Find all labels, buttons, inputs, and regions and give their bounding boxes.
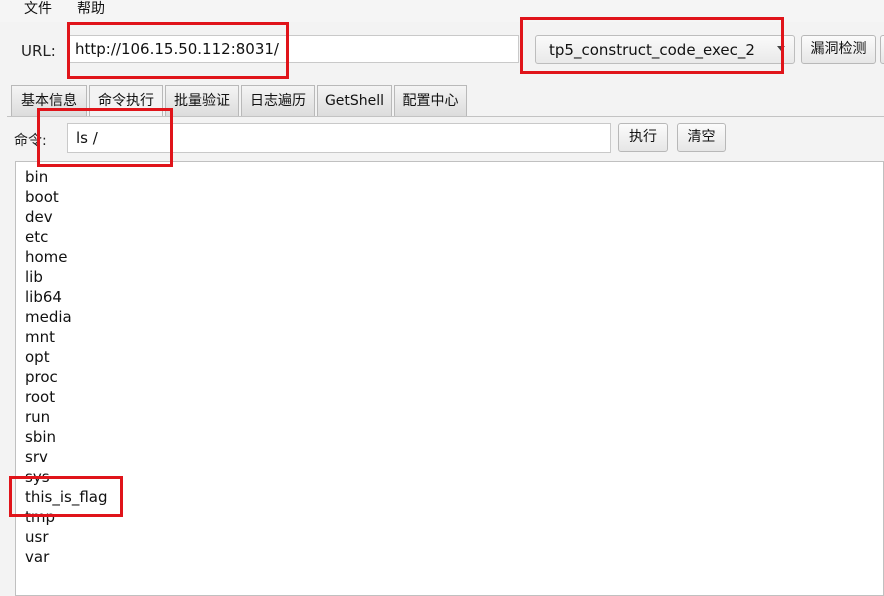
command-output[interactable]: bin boot dev etc home lib lib64 media mn… [15,161,884,596]
tab-batch-verify[interactable]: 批量验证 [165,85,239,116]
output-line: home [25,248,68,266]
output-line: usr [25,528,49,546]
output-line: var [25,548,50,566]
tab-log-traverse[interactable]: 日志遍历 [241,85,315,116]
annotation-flag-box [9,476,123,517]
output-line: boot [25,188,59,206]
output-line: srv [25,448,48,466]
output-line: sbin [25,428,57,446]
tab-getshell[interactable]: GetShell [317,85,392,116]
menu-file[interactable]: 文件 [24,0,52,18]
output-line: root [25,388,56,406]
output-line: run [25,408,51,426]
output-line: lib [25,268,43,286]
annotation-url-box [67,22,289,79]
output-line: opt [25,348,50,366]
partial-button[interactable] [880,35,884,64]
annotation-command-box [37,108,173,167]
output-line: proc [25,368,58,386]
url-label: URL: [21,42,56,60]
output-line: mnt [25,328,55,346]
output-line: dev [25,208,53,226]
clear-button[interactable]: 清空 [677,123,726,152]
tab-config-center[interactable]: 配置中心 [394,85,467,116]
output-line: etc [25,228,49,246]
output-line: bin [25,168,49,186]
output-line: media [25,308,72,326]
annotation-exploit-box [520,17,784,74]
scan-button[interactable]: 漏洞检测 [801,35,876,64]
execute-button[interactable]: 执行 [618,123,668,152]
app-window: 文件 帮助 URL: http://106.15.50.112:8031/ tp… [0,0,884,596]
menu-help[interactable]: 帮助 [77,0,105,18]
output-line: lib64 [25,288,62,306]
